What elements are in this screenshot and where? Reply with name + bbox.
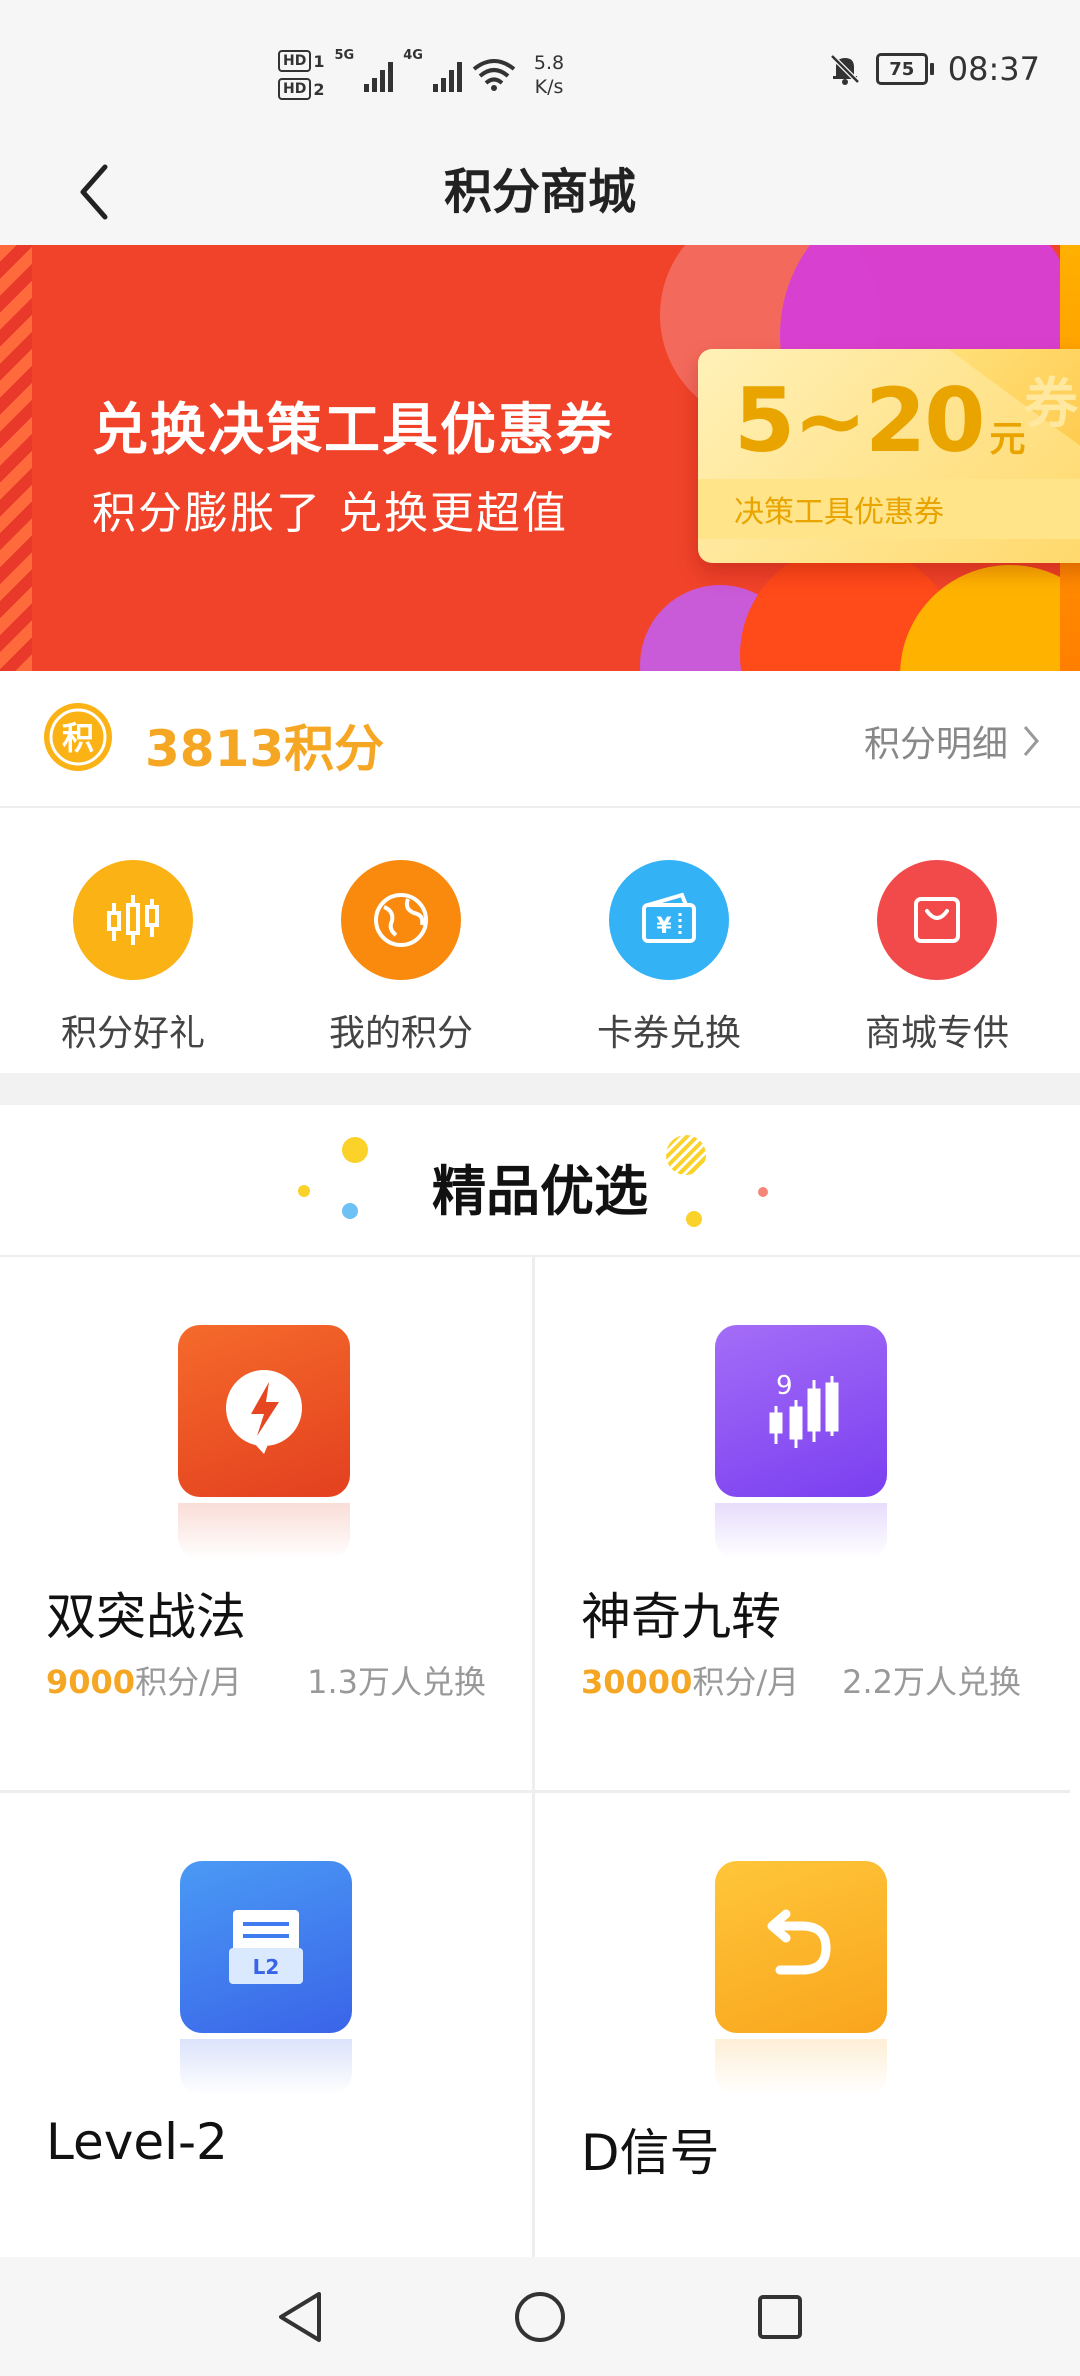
svg-text:9: 9 bbox=[776, 1371, 793, 1401]
product-card[interactable]: L2 Level-2 bbox=[0, 1793, 532, 2326]
quick-menu: 积分好礼 我的积分 ¥ 卡券兑换 商城专供 bbox=[0, 808, 1080, 1073]
points-detail-link[interactable]: 积分明细 bbox=[864, 715, 1040, 767]
points-coin-icon: 积 bbox=[44, 703, 112, 771]
quick-item-gifts[interactable]: 积分好礼 bbox=[13, 860, 253, 1056]
product-meta: 9000积分/月 1.3万人兑换 bbox=[46, 1657, 486, 1703]
quick-label-vouchers: 卡券兑换 bbox=[596, 1013, 741, 1054]
points-detail-label: 积分明细 bbox=[863, 724, 1008, 765]
speed-value: 5.8 bbox=[533, 52, 565, 74]
wifi-icon bbox=[472, 59, 516, 91]
points-balance: 3813积分 bbox=[145, 720, 385, 778]
coupon-label: 决策工具优惠券 bbox=[734, 495, 944, 530]
clock: 08:37 bbox=[947, 50, 1040, 88]
hd-indicators: HD 1 HD 2 bbox=[278, 50, 324, 100]
coupon-graphic: 券 5~20 元 决策工具优惠券 bbox=[698, 349, 1080, 563]
quick-item-exclusive[interactable]: 商城专供 bbox=[817, 860, 1057, 1056]
banner-headline: 兑换决策工具优惠券 bbox=[92, 398, 614, 463]
product-price-unit: 积分/月 bbox=[135, 1663, 242, 1701]
banner-subline: 积分膨胀了 兑换更超值 bbox=[92, 488, 568, 539]
product-exchange-count: 1.3万人兑换 bbox=[307, 1663, 486, 1701]
net1-label: 5G bbox=[334, 48, 355, 63]
net-speed: 5.8 K/s bbox=[534, 51, 564, 99]
product-exchange-count: 2.2万人兑换 bbox=[842, 1663, 1021, 1701]
quick-label-gifts: 积分好礼 bbox=[60, 1013, 205, 1054]
status-right: 75 08:37 bbox=[828, 50, 1040, 88]
chevron-right-icon bbox=[1023, 726, 1039, 756]
signal-icon bbox=[432, 58, 462, 92]
page-title: 积分商城 bbox=[443, 164, 636, 220]
speed-unit: K/s bbox=[534, 76, 564, 98]
coupon-unit: 元 bbox=[989, 419, 1025, 460]
nine-candles-icon: 9 bbox=[715, 1325, 887, 1497]
quick-label-my-points: 我的积分 bbox=[328, 1013, 473, 1054]
shopping-bag-icon bbox=[877, 860, 997, 980]
system-nav-bar bbox=[0, 2257, 1080, 2376]
nav-home-button[interactable] bbox=[500, 2277, 580, 2357]
quick-label-exclusive: 商城专供 bbox=[864, 1013, 1009, 1054]
product-card[interactable]: 双突战法 9000积分/月 1.3万人兑换 bbox=[0, 1257, 532, 1790]
hd2-indicator: HD 2 bbox=[278, 78, 324, 100]
hd2-sub: 2 bbox=[313, 79, 325, 99]
coin-glyph: 积 bbox=[62, 719, 94, 757]
signal-icon bbox=[364, 58, 394, 92]
section-header: 精品优选 bbox=[0, 1105, 1080, 1257]
recents-square-icon bbox=[758, 2294, 802, 2339]
battery-icon: 75 bbox=[875, 53, 934, 85]
svg-text:¥: ¥ bbox=[656, 914, 672, 939]
d-signal-icon bbox=[715, 1861, 887, 2033]
hd2-label: HD bbox=[278, 78, 312, 100]
product-name: Level-2 bbox=[46, 2113, 228, 2171]
points-summary: 积 3813积分 积分明细 bbox=[0, 671, 1080, 809]
l2-box-icon: L2 bbox=[180, 1861, 352, 2033]
product-name: 双突战法 bbox=[46, 1588, 246, 1646]
net2-label: 4G bbox=[403, 48, 423, 63]
product-grid: 双突战法 9000积分/月 1.3万人兑换 9 神奇九转 30000积分/月 2… bbox=[0, 1257, 1080, 2326]
hd1-sub: 1 bbox=[313, 51, 325, 71]
quick-item-vouchers[interactable]: ¥ 卡券兑换 bbox=[549, 860, 789, 1056]
hd1-label: HD bbox=[278, 50, 312, 72]
status-bar: HD 1 HD 2 5G 4G 5.8 K/s 75 08:37 bbox=[0, 0, 1080, 140]
product-meta: 30000积分/月 2.2万人兑换 bbox=[581, 1657, 1021, 1703]
product-price: 9000 bbox=[46, 1663, 136, 1701]
mute-bell-icon bbox=[830, 54, 860, 85]
section-title: 精品优选 bbox=[432, 1160, 648, 1223]
globe-icon bbox=[341, 860, 461, 980]
wallet-yen-icon: ¥ bbox=[609, 860, 729, 980]
product-price-unit: 积分/月 bbox=[692, 1663, 800, 1701]
hd1-indicator: HD 1 bbox=[278, 50, 324, 72]
candlestick-icon bbox=[73, 860, 193, 980]
promo-banner[interactable]: 兑换决策工具优惠券 积分膨胀了 兑换更超值 券 5~20 元 决策工具优惠券 bbox=[0, 245, 1080, 671]
section-separator bbox=[0, 1073, 1080, 1105]
coupon-amount-value: 5~20 bbox=[734, 369, 985, 472]
coupon-amount: 5~20 元 bbox=[734, 369, 1025, 472]
quick-item-my-points[interactable]: 我的积分 bbox=[281, 860, 521, 1056]
nav-back-button[interactable] bbox=[260, 2277, 340, 2357]
status-left: HD 1 HD 2 5G 4G 5.8 K/s bbox=[278, 40, 564, 110]
product-name: D信号 bbox=[581, 2124, 720, 2182]
coupon-stamp: 券 bbox=[1024, 372, 1078, 435]
battery-level: 75 bbox=[875, 53, 928, 85]
product-price: 30000 bbox=[581, 1663, 693, 1701]
nav-recents-button[interactable] bbox=[740, 2277, 820, 2357]
product-name: 神奇九转 bbox=[581, 1588, 781, 1646]
product-card[interactable]: D信号 bbox=[535, 1793, 1067, 2326]
svg-text:L2: L2 bbox=[253, 1955, 280, 1979]
lightning-bubble-icon bbox=[178, 1325, 350, 1497]
back-triangle-icon bbox=[279, 2291, 321, 2342]
top-app-bar: 积分商城 bbox=[0, 140, 1080, 245]
home-circle-icon bbox=[515, 2291, 565, 2342]
product-card[interactable]: 9 神奇九转 30000积分/月 2.2万人兑换 bbox=[535, 1257, 1067, 1790]
